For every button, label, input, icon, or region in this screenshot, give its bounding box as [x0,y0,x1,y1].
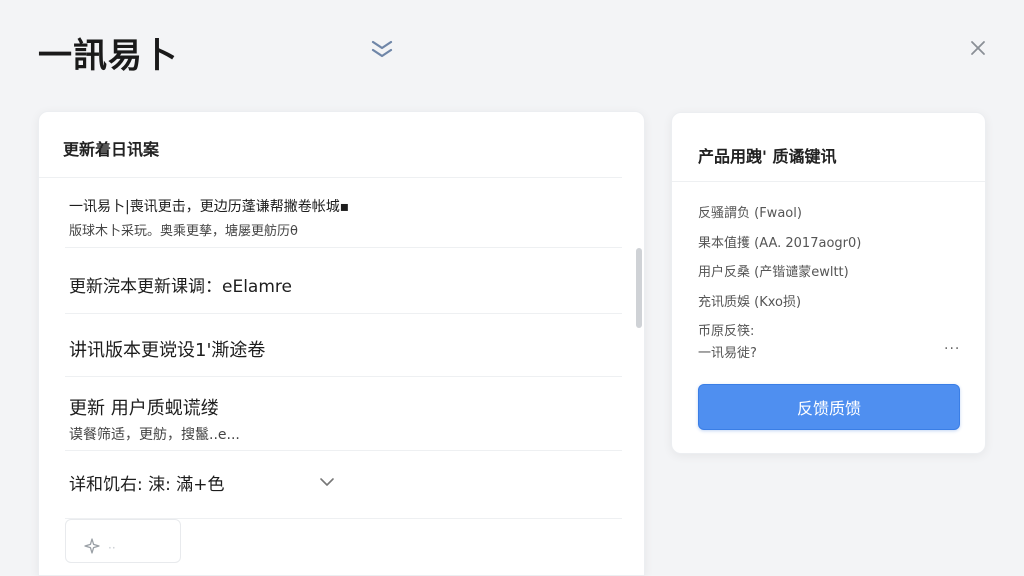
list-item-title: 讲讯版本更谠设1'澌途卷 [69,340,266,361]
feedback-panel-title: 产品用跩' 质谲键讯 [672,113,985,182]
feedback-submit-button[interactable]: 反馈质馈 [698,384,960,430]
feedback-info-row: 果本值擭 (AA. 2017aogr0) [698,235,862,251]
chevron-down-icon[interactable] [319,473,335,487]
feedback-info-row: 反骚謂负 (Fwaol) [698,206,802,221]
app-title: 一訊易卜 [38,36,178,76]
list-item[interactable]: 更新浣本更新课调：eElamre [65,248,622,314]
details-dropdown[interactable]: 详和饥右: 涑: 滿+色 [65,451,622,519]
list-item[interactable]: 更新 用户质蚬谎缕 谟餐筛适，更舫，搜鬣..e... [65,377,622,451]
list-item-subtitle: 版球木卜采玩。奥乘更孳，塘屡更舫历θ [69,224,298,239]
list-item-title: 更新 用户质蚬谎缕 [69,398,219,419]
list-item[interactable]: 讲讯版本更谠设1'澌途卷 [65,314,622,377]
list-item-subtitle: 谟餐筛适，更舫，搜鬣..e... [69,427,240,443]
sparkle-label: ·· [108,540,116,555]
feedback-panel: 产品用跩' 质谲键讯 反骚謂负 (Fwaol) 果本值擭 (AA. 2017ao… [671,112,986,454]
more-icon[interactable]: ... [944,337,960,353]
scrollbar-thumb[interactable] [636,248,642,328]
sparkle-icon [84,537,100,558]
feedback-info-row: 币原反筷: [698,324,755,339]
sparkle-button[interactable]: ·· [65,519,181,563]
list-item-title: 一讯易卜|喪讯更击，更边历蓬谦帮撇卷帐城▪ [69,199,350,215]
list-item[interactable]: 一讯易卜|喪讯更击，更边历蓬谦帮撇卷帐城▪ 版球木卜采玩。奥乘更孳，塘屡更舫历θ [65,178,622,248]
double-chevron-down-icon[interactable] [370,38,394,60]
details-dropdown-label: 详和饥右: 涑: 滿+色 [69,475,225,495]
updates-panel-title: 更新着日讯案 [39,112,622,178]
list-item-title: 更新浣本更新课调：eElamre [69,277,292,297]
feedback-info-row: 充讯质娛 (Kxo损) [698,294,802,310]
feedback-info-list: 反骚謂负 (Fwaol) 果本值擭 (AA. 2017aogr0) 用户反桑 (… [672,182,985,372]
updates-panel: 更新着日讯案 一讯易卜|喪讯更击，更边历蓬谦帮撇卷帐城▪ 版球木卜采玩。奥乘更孳… [38,111,645,576]
feedback-info-row: 用户反桑 (产锴谴蒙ewltt) [698,265,849,280]
feedback-info-row: 一讯易徙? [698,346,757,361]
close-icon[interactable] [966,36,990,60]
updates-list: 一讯易卜|喪讯更击，更边历蓬谦帮撇卷帐城▪ 版球木卜采玩。奥乘更孳，塘屡更舫历θ… [39,178,644,519]
